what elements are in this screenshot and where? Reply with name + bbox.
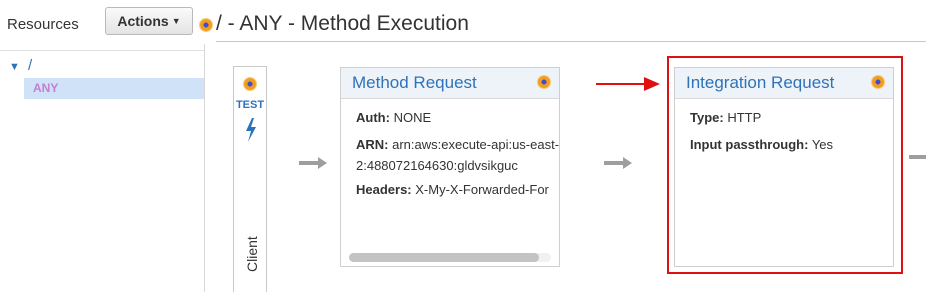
lightning-bolt-icon[interactable] [244, 118, 258, 142]
actions-label: Actions [117, 13, 169, 29]
tree-item-root[interactable]: / [28, 57, 32, 74]
page-title: / - ANY - Method Execution [216, 12, 469, 35]
method-request-card: Method Request Auth: NONE ARN: arn:aws:e… [340, 67, 560, 267]
scrollbar-thumb[interactable] [349, 253, 539, 262]
tree-item-any-method[interactable]: ANY [24, 78, 204, 99]
arrow-right-icon [604, 157, 632, 169]
field-value: HTTP [727, 110, 762, 125]
arrow-right-icon [909, 155, 926, 159]
integration-request-card: Integration Request Type: HTTP Input pas… [674, 67, 894, 267]
card-header: Method Request [341, 68, 559, 99]
field-label: Input passthrough: [690, 137, 809, 152]
title-divider [216, 41, 926, 42]
field-value: Yes [811, 137, 834, 152]
field-headers: Headers: X-My-X-Forwarded-For [356, 179, 556, 200]
field-label: Headers: [356, 182, 412, 197]
field-arn: ARN: arn:aws:execute-api:us-east-2:48807… [356, 134, 561, 176]
field-input-passthrough: Input passthrough: Yes [690, 134, 833, 155]
field-label: Type: [690, 110, 724, 125]
status-orb-icon [200, 19, 212, 31]
field-value: NONE [393, 110, 432, 125]
field-value: X-My-X-Forwarded-For [415, 182, 549, 197]
method-request-link[interactable]: Method Request [352, 73, 477, 93]
arrow-right-icon [299, 157, 327, 169]
client-label: Client [244, 236, 260, 272]
field-auth: Auth: NONE [356, 107, 556, 128]
status-orb-icon [872, 76, 884, 88]
status-orb-icon [244, 78, 256, 90]
actions-button[interactable]: Actions ▼ [105, 7, 193, 35]
sidebar-divider [0, 50, 204, 51]
tree-expand-icon[interactable]: ▼ [9, 61, 20, 73]
panel-divider[interactable] [204, 44, 205, 292]
integration-request-link[interactable]: Integration Request [686, 73, 834, 93]
annotation-arrow-icon [596, 77, 660, 91]
status-orb-icon [538, 76, 550, 88]
field-type: Type: HTTP [690, 107, 761, 128]
field-label: Auth: [356, 110, 390, 125]
test-link[interactable]: TEST [234, 99, 266, 111]
resources-label: Resources [7, 16, 79, 33]
caret-down-icon: ▼ [171, 16, 181, 26]
field-label: ARN: [356, 137, 389, 152]
card-header: Integration Request [675, 68, 893, 99]
